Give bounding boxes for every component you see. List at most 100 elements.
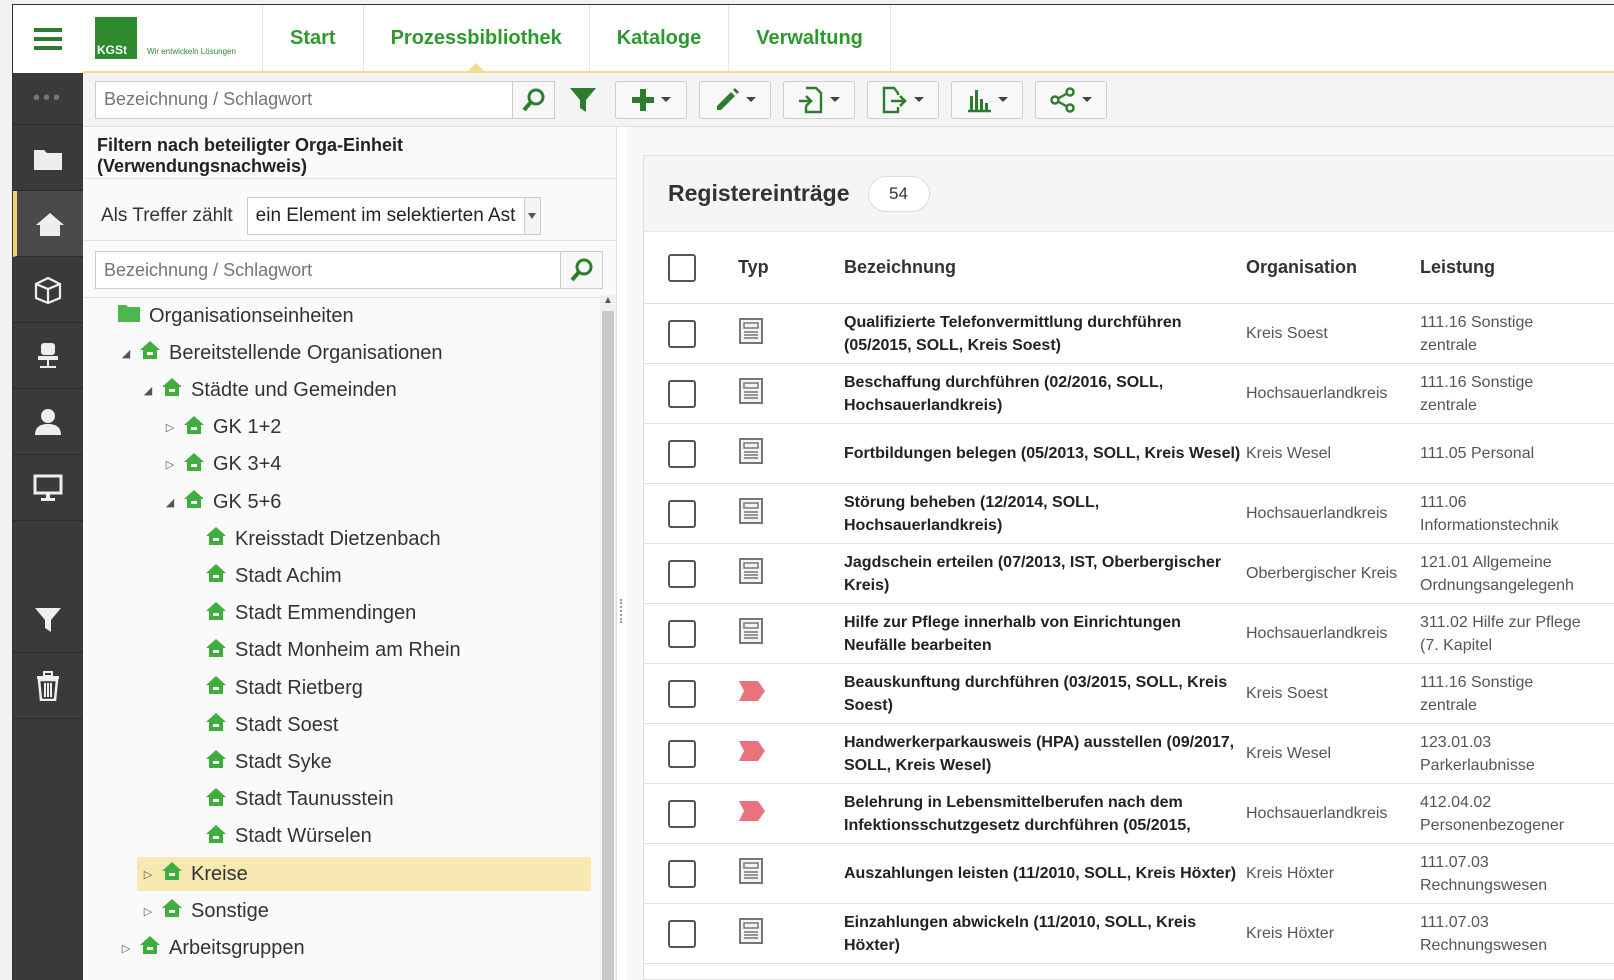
tree-node[interactable]: ▷ Kreise <box>137 857 591 891</box>
row-checkbox[interactable] <box>668 619 696 648</box>
tree-toggle-icon[interactable]: ▷ <box>119 942 133 955</box>
row-checkbox[interactable] <box>668 439 696 468</box>
row-checkbox[interactable] <box>668 919 696 948</box>
chevron-down-icon[interactable] <box>523 197 540 234</box>
cell-bezeichnung[interactable]: Jagdschein erteilen (07/2013, IST, Oberb… <box>844 551 1246 597</box>
import-button[interactable] <box>783 80 855 119</box>
edit-button[interactable] <box>699 80 771 119</box>
tree-node[interactable]: Stadt Achim <box>83 559 342 593</box>
tree-node[interactable]: ▷ GK 3+4 <box>83 448 281 482</box>
tree-scrollbar[interactable]: ▲ <box>600 295 616 980</box>
more-icon[interactable]: ••• <box>13 73 83 125</box>
cell-bezeichnung[interactable]: Handwerkerparkausweis (HPA) ausstellen (… <box>844 731 1246 777</box>
cell-bezeichnung[interactable]: Belehrung in Lebensmittelberufen nach de… <box>844 791 1246 837</box>
rail-seat-button[interactable] <box>13 323 83 389</box>
filter-toggle-button[interactable] <box>563 81 603 119</box>
tree-node[interactable]: Organisationseinheiten <box>83 299 354 333</box>
tree-node[interactable]: Stadt Taunusstein <box>83 783 394 817</box>
column-typ[interactable]: Typ <box>738 257 844 278</box>
rail-organisation-button[interactable] <box>13 191 83 257</box>
tree-toggle-icon[interactable]: ▷ <box>141 905 155 918</box>
table-row[interactable]: Belehrung in Lebensmittelberufen nach de… <box>644 784 1614 844</box>
table-row[interactable]: Qualifizierte Telefonvermittlung durchfü… <box>644 304 1614 364</box>
tree-toggle-icon[interactable]: ◢ <box>141 384 155 397</box>
table-row[interactable]: Hilfe zur Pflege innerhalb von Einrichtu… <box>644 604 1614 664</box>
cell-bezeichnung[interactable]: Fortbildungen belegen (05/2013, SOLL, Kr… <box>844 442 1246 465</box>
export-button[interactable] <box>867 80 939 119</box>
row-checkbox[interactable] <box>668 499 696 528</box>
cell-bezeichnung[interactable]: Einzahlungen abwickeln (11/2010, SOLL, K… <box>844 911 1246 957</box>
tab-start[interactable]: Start <box>263 5 364 71</box>
menu-button[interactable] <box>13 5 83 73</box>
tree-node[interactable]: ▷ Sonstige <box>83 894 269 928</box>
tree-toggle-icon[interactable]: ▷ <box>163 458 177 471</box>
cell-bezeichnung[interactable]: Störung beheben (12/2014, SOLL, Hochsaue… <box>844 491 1246 537</box>
row-checkbox[interactable] <box>668 739 696 768</box>
cell-bezeichnung[interactable]: Beschaffung durchführen (02/2016, SOLL, … <box>844 371 1246 417</box>
table-row[interactable]: Beschaffung durchführen (02/2016, SOLL, … <box>644 364 1614 424</box>
row-checkbox[interactable] <box>668 799 696 828</box>
tree-toggle-icon[interactable]: ▷ <box>163 421 177 434</box>
tree-node[interactable]: ▷ GK 1+2 <box>83 411 281 445</box>
tree-toggle-icon[interactable]: ◢ <box>163 496 177 509</box>
table-body: Qualifizierte Telefonvermittlung durchfü… <box>644 304 1614 964</box>
rail-monitor-button[interactable] <box>13 455 83 521</box>
tab-verwaltung[interactable]: Verwaltung <box>729 5 891 71</box>
table-row[interactable]: Jagdschein erteilen (07/2013, IST, Oberb… <box>644 544 1614 604</box>
row-checkbox[interactable] <box>668 559 696 588</box>
column-bezeichnung[interactable]: Bezeichnung <box>844 256 1246 279</box>
tree-node[interactable]: Stadt Emmendingen <box>83 597 416 631</box>
share-button[interactable] <box>1035 80 1107 119</box>
table-row[interactable]: Fortbildungen belegen (05/2013, SOLL, Kr… <box>644 424 1614 484</box>
column-leistung[interactable]: Leistung <box>1420 256 1590 279</box>
filter-heading: Filtern nach beteiligter Orga-Einheit (V… <box>83 127 616 179</box>
tree-node[interactable]: ◢ Bereitstellende Organisationen <box>83 336 443 370</box>
panel-splitter[interactable] <box>617 127 627 980</box>
tab-prozessbibliothek[interactable]: Prozessbibliothek <box>364 5 590 73</box>
cell-bezeichnung[interactable]: Qualifizierte Telefonvermittlung durchfü… <box>844 311 1246 357</box>
tree-node[interactable]: Stadt Würselen <box>83 820 372 854</box>
rail-folder-button[interactable] <box>13 125 83 191</box>
scroll-up-icon[interactable]: ▲ <box>600 295 616 309</box>
tree-node[interactable]: ◢ GK 5+6 <box>83 485 281 519</box>
tree-search-button[interactable] <box>561 251 603 289</box>
tab-kataloge[interactable]: Kataloge <box>590 5 730 71</box>
tree-toggle-icon[interactable]: ▷ <box>141 868 155 881</box>
row-checkbox[interactable] <box>668 679 696 708</box>
row-checkbox[interactable] <box>668 379 696 408</box>
cell-bezeichnung[interactable]: Hilfe zur Pflege innerhalb von Einrichtu… <box>844 611 1246 657</box>
table-row[interactable]: Störung beheben (12/2014, SOLL, Hochsaue… <box>644 484 1614 544</box>
rail-trash-button[interactable] <box>13 653 83 719</box>
match-select[interactable]: ein Element im selektierten Ast <box>246 196 541 235</box>
search-icon <box>569 258 592 282</box>
add-button[interactable] <box>615 80 687 119</box>
rail-filter-button[interactable] <box>13 587 83 653</box>
kgst-logo[interactable]: KGSt Wir entwickeln Lösungen <box>83 5 263 71</box>
tree-node[interactable]: Stadt Soest <box>83 708 338 742</box>
row-checkbox[interactable] <box>668 319 696 348</box>
document-icon <box>739 558 763 584</box>
cell-bezeichnung[interactable]: Auszahlungen leisten (11/2010, SOLL, Kre… <box>844 862 1246 885</box>
rail-package-button[interactable] <box>13 257 83 323</box>
tree-node[interactable]: Stadt Monheim am Rhein <box>83 634 461 668</box>
tree-node[interactable]: Kreisstadt Dietzenbach <box>83 522 441 556</box>
search-input[interactable] <box>95 80 513 119</box>
statistics-button[interactable] <box>951 80 1023 119</box>
table-row[interactable]: Beauskunftung durchführen (03/2015, SOLL… <box>644 664 1614 724</box>
tree-node[interactable]: Stadt Rietberg <box>83 671 363 705</box>
row-checkbox[interactable] <box>668 859 696 888</box>
cell-bezeichnung[interactable]: Beauskunftung durchführen (03/2015, SOLL… <box>844 671 1246 717</box>
tree-node[interactable]: ▷ Arbeitsgruppen <box>83 931 305 965</box>
search-button[interactable] <box>513 80 555 119</box>
scrollbar-thumb[interactable] <box>602 311 614 980</box>
table-row[interactable]: Auszahlungen leisten (11/2010, SOLL, Kre… <box>644 844 1614 904</box>
table-row[interactable]: Einzahlungen abwickeln (11/2010, SOLL, K… <box>644 904 1614 964</box>
select-all-checkbox[interactable] <box>668 253 696 282</box>
column-organisation[interactable]: Organisation <box>1246 256 1420 279</box>
tree-toggle-icon[interactable]: ◢ <box>119 347 133 360</box>
table-row[interactable]: Handwerkerparkausweis (HPA) ausstellen (… <box>644 724 1614 784</box>
tree-node[interactable]: ◢ Städte und Gemeinden <box>83 373 397 407</box>
tree-node[interactable]: Stadt Syke <box>83 745 332 779</box>
rail-user-button[interactable] <box>13 389 83 455</box>
tree-search-input[interactable] <box>95 251 561 289</box>
